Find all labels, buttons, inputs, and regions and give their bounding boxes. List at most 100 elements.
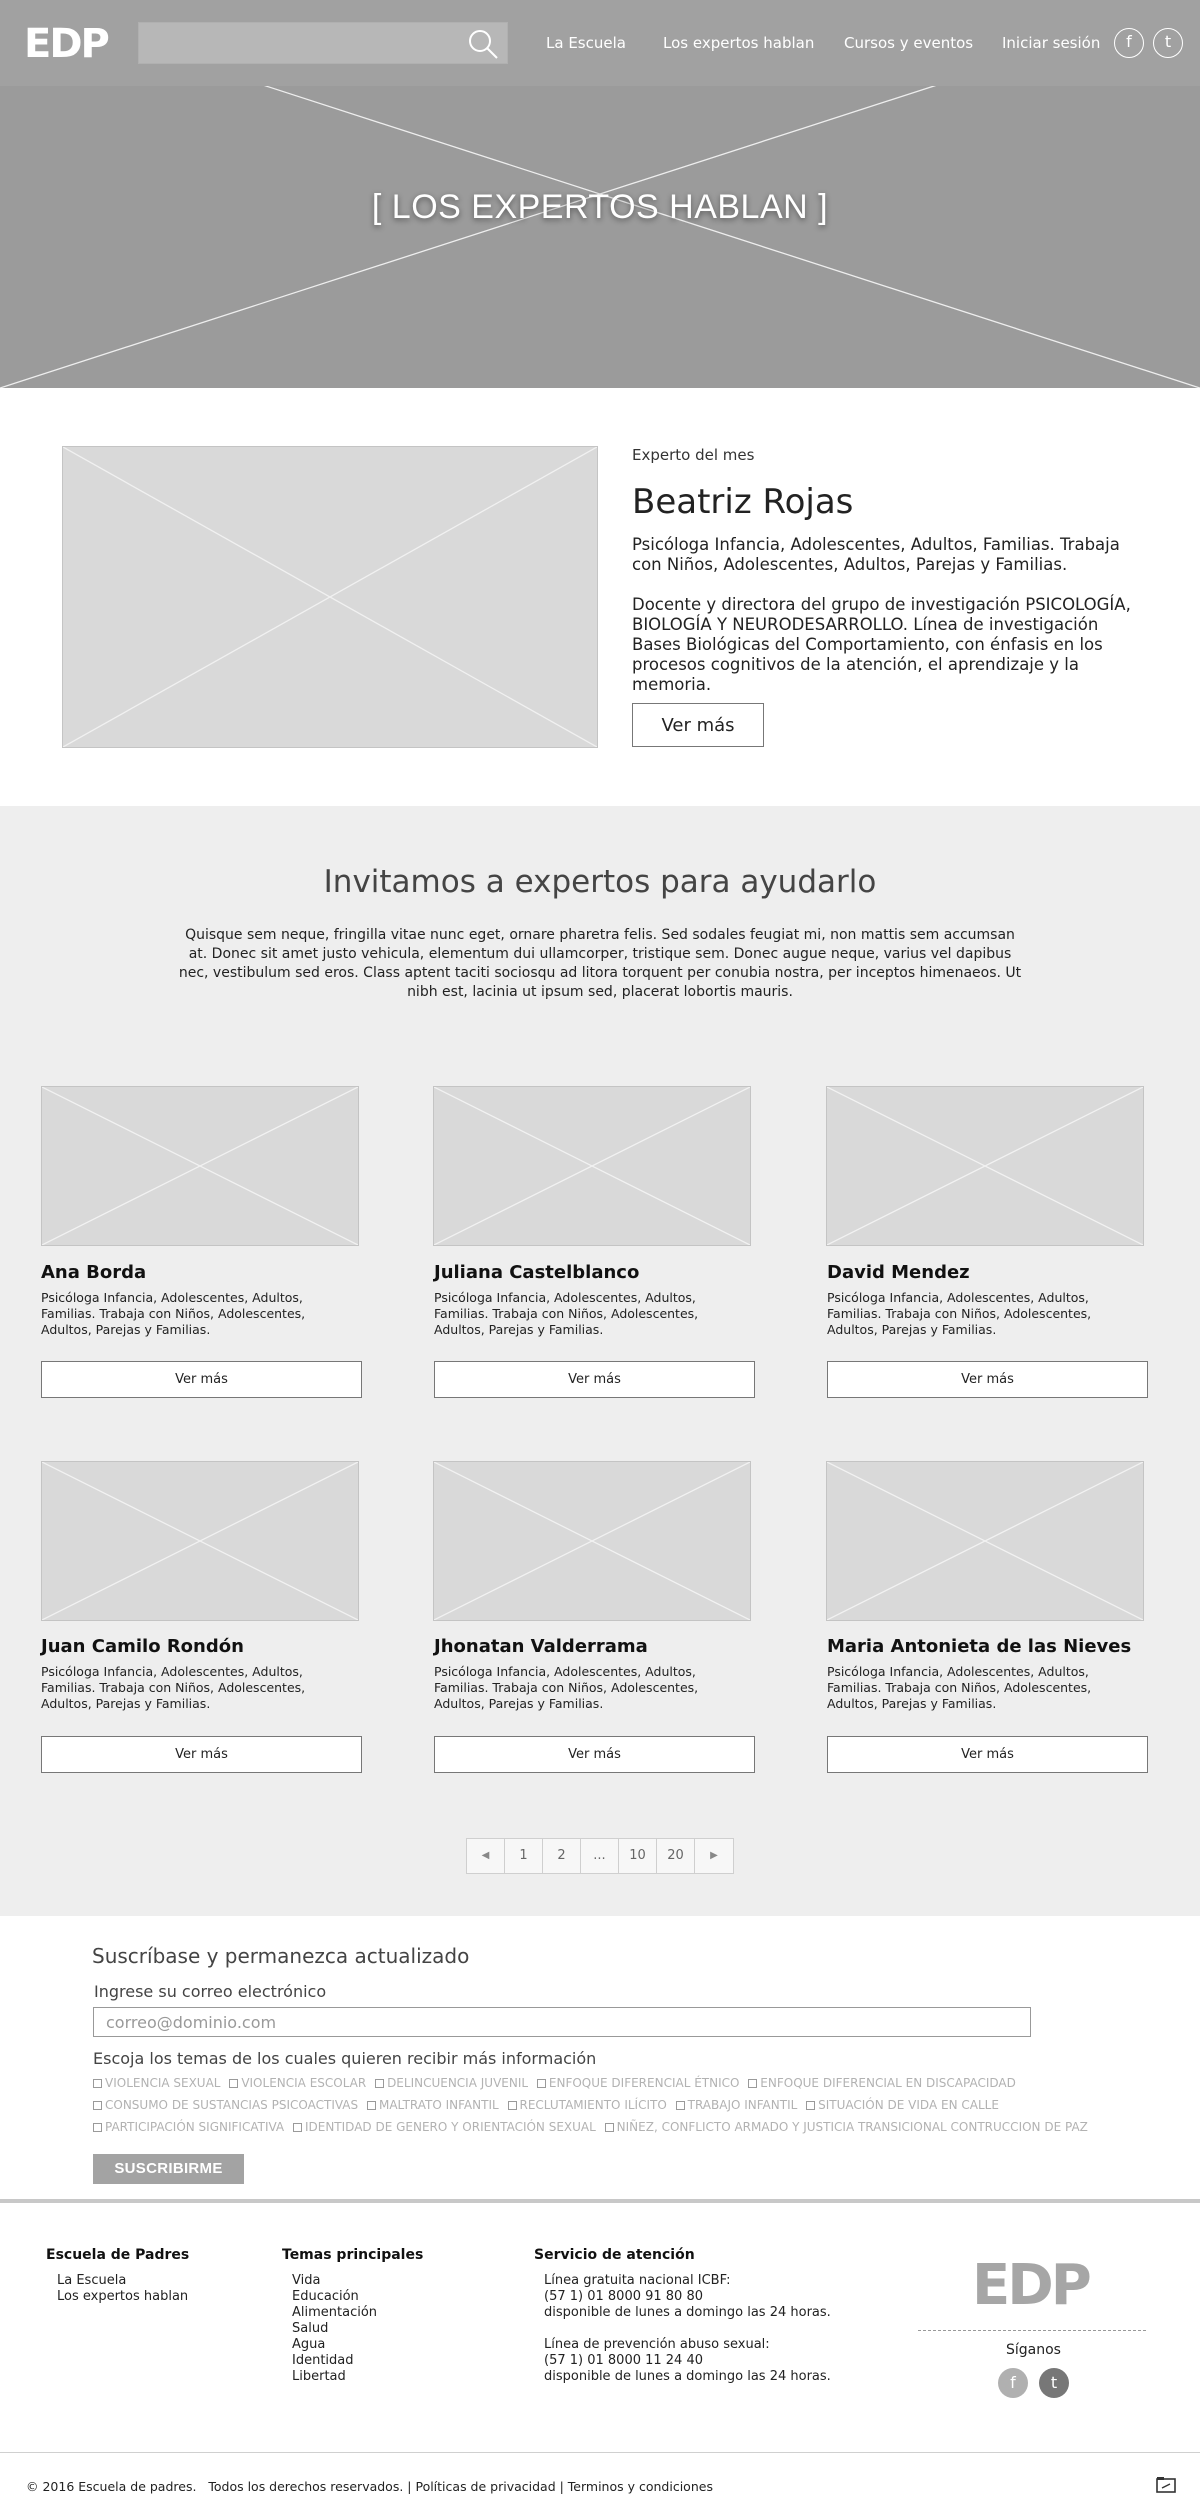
checkbox-icon[interactable] xyxy=(229,2079,239,2088)
expert-card-image xyxy=(433,1086,751,1246)
pagination-page-20[interactable]: 20 xyxy=(657,1839,695,1873)
checkbox-icon[interactable] xyxy=(93,2079,102,2088)
topic-label: TRABAJO INFANTIL xyxy=(687,2098,798,2112)
footer-divider xyxy=(0,2199,1200,2203)
footer-heading-escuela: Escuela de Padres xyxy=(46,2247,190,2263)
footer-heading-servicio: Servicio de atención xyxy=(534,2247,695,2263)
topics-row: VIOLENCIA SEXUAL VIOLENCIA ESCOLAR DELIN… xyxy=(93,2075,1021,2091)
footer-link-libertad[interactable]: Libertad xyxy=(292,2369,346,2385)
nav-la-escuela[interactable]: La Escuela xyxy=(546,31,626,55)
facebook-icon[interactable]: f xyxy=(1114,28,1144,58)
expert-card-image xyxy=(826,1086,1144,1246)
footer-link-salud[interactable]: Salud xyxy=(292,2321,328,2337)
experts-section: Invitamos a expertos para ayudarlo Quisq… xyxy=(0,806,1200,1916)
topic-checkbox[interactable]: CONSUMO DE SUSTANCIAS PSICOACTIVAS xyxy=(93,2097,358,2113)
topics-label: Escoja los temas de los cuales quieren r… xyxy=(93,2049,597,2068)
expert-card-name: Maria Antonieta de las Nieves xyxy=(827,1636,1132,1657)
twitter-icon[interactable]: t xyxy=(1039,2368,1069,2398)
topic-checkbox[interactable]: IDENTIDAD DE GENERO Y ORIENTACIÓN SEXUAL xyxy=(292,2119,596,2135)
topic-label: DELINCUENCIA JUVENIL xyxy=(387,2076,529,2090)
topic-checkbox[interactable]: VIOLENCIA ESCOLAR xyxy=(229,2075,366,2091)
checkbox-icon[interactable] xyxy=(507,2101,517,2110)
checkbox-icon[interactable] xyxy=(375,2079,385,2088)
pagination-prev-button[interactable]: ◀ xyxy=(467,1839,505,1873)
checkbox-icon[interactable] xyxy=(292,2123,302,2132)
footer-service-phone[interactable]: (57 1) 01 8000 11 24 40 xyxy=(544,2353,703,2369)
nav-cursos-y-eventos[interactable]: Cursos y eventos xyxy=(844,31,973,55)
topic-checkbox[interactable]: SITUACIÓN DE VIDA EN CALLE xyxy=(806,2097,999,2113)
topic-checkbox[interactable]: TRABAJO INFANTIL xyxy=(675,2097,798,2113)
expert-card-ver-mas-button[interactable]: Ver más xyxy=(434,1361,755,1398)
checkbox-icon[interactable] xyxy=(675,2101,685,2110)
nav-los-expertos-hablan[interactable]: Los expertos hablan xyxy=(663,31,814,55)
pagination-page-2[interactable]: 2 xyxy=(543,1839,581,1873)
subscribe-button[interactable]: SUSCRIBIRME xyxy=(93,2154,244,2184)
footer-link-los-expertos[interactable]: Los expertos hablan xyxy=(57,2289,188,2305)
topic-label: RECLUTAMIENTO ILÍCITO xyxy=(519,2098,667,2112)
nav-iniciar-sesion[interactable]: Iniciar sesión xyxy=(1002,31,1100,55)
footer-service-hours: disponible de lunes a domingo las 24 hor… xyxy=(544,2369,831,2384)
topic-label: IDENTIDAD DE GENERO Y ORIENTACIÓN SEXUAL xyxy=(304,2120,596,2134)
topic-checkbox[interactable]: ENFOQUE DIFERENCIAL EN DISCAPACIDAD xyxy=(748,2075,1016,2091)
search-icon[interactable] xyxy=(467,28,499,60)
footer-link-agua[interactable]: Agua xyxy=(292,2337,325,2353)
checkbox-icon[interactable] xyxy=(93,2123,102,2132)
topic-checkbox[interactable]: RECLUTAMIENTO ILÍCITO xyxy=(507,2097,667,2113)
experts-section-intro: Quisque sem neque, fringilla vitae nunc … xyxy=(178,927,1022,1000)
facebook-icon[interactable]: f xyxy=(998,2368,1028,2398)
topic-label: CONSUMO DE SUSTANCIAS PSICOACTIVAS xyxy=(105,2098,359,2112)
expert-card-ver-mas-button[interactable]: Ver más xyxy=(827,1361,1148,1398)
expert-card-name: Ana Borda xyxy=(41,1262,147,1283)
topic-checkbox[interactable]: DELINCUENCIA JUVENIL xyxy=(375,2075,528,2091)
expert-card-ver-mas-button[interactable]: Ver más xyxy=(41,1736,362,1773)
checkbox-icon[interactable] xyxy=(366,2101,376,2110)
topic-checkbox[interactable]: MALTRATO INFANTIL xyxy=(366,2097,499,2113)
checkbox-icon[interactable] xyxy=(748,2079,758,2088)
checkbox-icon[interactable] xyxy=(806,2101,816,2110)
email-label: Ingrese su correo electrónico xyxy=(94,1982,327,2001)
expert-card-description: Psicóloga Infancia, Adolescentes, Adulto… xyxy=(434,1290,699,1337)
expert-card-ver-mas-button[interactable]: Ver más xyxy=(434,1736,755,1773)
footer-service-line: Línea de prevención abuso sexual: xyxy=(544,2337,770,2352)
search-input[interactable] xyxy=(138,22,508,64)
featured-ver-mas-button[interactable]: Ver más xyxy=(632,703,764,747)
expert-card-description: Psicóloga Infancia, Adolescentes, Adulto… xyxy=(827,1290,1092,1337)
topic-checkbox[interactable]: NIÑEZ, CONFLICTO ARMADO Y JUSTICIA TRANS… xyxy=(604,2119,1088,2135)
checkbox-icon[interactable] xyxy=(93,2101,102,2110)
sitemap-icon[interactable] xyxy=(1156,2476,1176,2494)
footer-link-identidad[interactable]: Identidad xyxy=(292,2353,354,2369)
topics-row: CONSUMO DE SUSTANCIAS PSICOACTIVAS MALTR… xyxy=(93,2097,1004,2113)
topic-label: NIÑEZ, CONFLICTO ARMADO Y JUSTICIA TRANS… xyxy=(616,2120,1088,2134)
expert-card-image xyxy=(41,1461,359,1621)
topic-label: SITUACIÓN DE VIDA EN CALLE xyxy=(818,2098,999,2112)
topic-checkbox[interactable]: PARTICIPACIÓN SIGNIFICATIVA xyxy=(93,2119,284,2135)
topics-row: PARTICIPACIÓN SIGNIFICATIVA IDENTIDAD DE… xyxy=(93,2119,1093,2135)
topic-label: VIOLENCIA SEXUAL xyxy=(105,2076,221,2090)
footer-link-educacion[interactable]: Educación xyxy=(292,2289,359,2305)
footer-link-alimentacion[interactable]: Alimentación xyxy=(292,2305,377,2321)
footer-service-phone[interactable]: (57 1) 01 8000 91 80 80 xyxy=(544,2289,703,2305)
pagination-next-button[interactable]: ▶ xyxy=(695,1839,733,1873)
expert-card-ver-mas-button[interactable]: Ver más xyxy=(827,1736,1148,1773)
follow-label: Síganos xyxy=(1006,2342,1061,2358)
checkbox-icon[interactable] xyxy=(604,2123,614,2132)
copyright-text: © 2016 Escuela de padres. Todos los dere… xyxy=(26,2479,713,2494)
footer-link-vida[interactable]: Vida xyxy=(292,2273,320,2289)
footer-heading-temas: Temas principales xyxy=(282,2247,424,2263)
expert-card-image xyxy=(433,1461,751,1621)
site-logo[interactable]: EDP xyxy=(24,22,110,66)
topic-checkbox[interactable]: ENFOQUE DIFERENCIAL ÉTNICO xyxy=(536,2075,739,2091)
footer-logo[interactable]: EDP xyxy=(972,2256,1092,2316)
pagination-page-10[interactable]: 10 xyxy=(619,1839,657,1873)
pagination-ellipsis: ... xyxy=(581,1839,619,1873)
footer-link-la-escuela[interactable]: La Escuela xyxy=(57,2273,126,2289)
expert-card-name: Juan Camilo Rondón xyxy=(41,1636,244,1657)
email-input[interactable] xyxy=(93,2007,1031,2037)
twitter-icon[interactable]: t xyxy=(1153,28,1183,58)
expert-card-ver-mas-button[interactable]: Ver más xyxy=(41,1361,362,1398)
experts-section-title: Invitamos a expertos para ayudarlo xyxy=(323,864,877,900)
topic-checkbox[interactable]: VIOLENCIA SEXUAL xyxy=(93,2075,220,2091)
checkbox-icon[interactable] xyxy=(536,2079,546,2088)
pagination-page-1[interactable]: 1 xyxy=(505,1839,543,1873)
topic-label: MALTRATO INFANTIL xyxy=(378,2098,499,2112)
